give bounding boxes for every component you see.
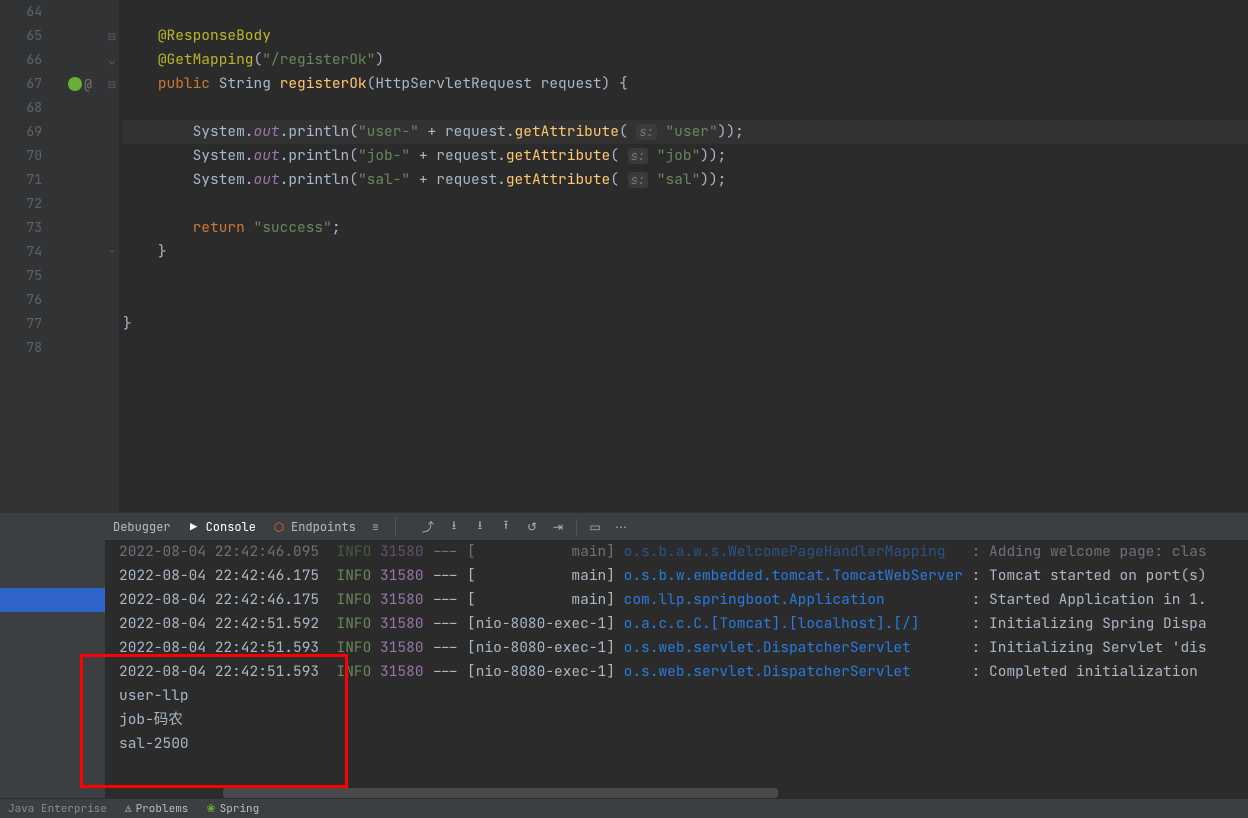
step-over-icon[interactable]: ⤴	[420, 519, 436, 535]
tab-list-icon[interactable]: ≡	[372, 519, 379, 535]
spring-leaf-icon: ❀	[206, 802, 215, 816]
line-number: 70	[0, 144, 42, 168]
step-into-icon[interactable]: ⭳	[446, 519, 462, 535]
spring-bean-icon[interactable]	[68, 77, 82, 91]
warning-icon: ⚠	[125, 802, 132, 816]
debug-side-strip	[0, 540, 105, 798]
line-number: 71	[0, 168, 42, 192]
line-number: 67	[0, 72, 42, 96]
line-number: 73	[0, 216, 42, 240]
fold-marker-icon[interactable]: ⌃	[105, 240, 119, 264]
code-editor[interactable]: 64 65 66 67 68 69 70 71 72 73 74 75 76 7…	[0, 0, 1248, 512]
horizontal-scrollbar[interactable]	[223, 788, 778, 798]
endpoints-icon: ⬡	[272, 520, 286, 534]
tab-debugger[interactable]: Debugger	[113, 519, 171, 535]
code-content[interactable]: @ResponseBody @GetMapping("/registerOk")…	[119, 0, 1248, 512]
step-out-icon[interactable]: ⭱	[498, 519, 514, 535]
console-icon: ▶	[187, 520, 201, 534]
stdout-line: user-llp	[119, 684, 1248, 708]
line-number-gutter: 64 65 66 67 68 69 70 71 72 73 74 75 76 7…	[0, 0, 55, 512]
fold-marker-icon[interactable]: ⊟	[105, 72, 119, 96]
fold-column: ⊟ ⌄ ⊟ ⌃	[105, 0, 119, 512]
line-number: 78	[0, 336, 42, 360]
status-bar: Java Enterprise ⚠Problems ❀Spring	[0, 798, 1248, 818]
at-icon: @	[84, 76, 92, 93]
status-problems[interactable]: ⚠Problems	[125, 802, 188, 816]
force-step-into-icon[interactable]: ⭳	[472, 519, 488, 535]
line-number: 65	[0, 24, 42, 48]
annotation-responsebody: @ResponseBody	[158, 26, 271, 45]
line-number: 69	[0, 120, 42, 144]
line-number: 74	[0, 240, 42, 264]
tab-endpoints[interactable]: ⬡Endpoints	[272, 519, 356, 535]
debug-panel-toolbar: Debugger ▶Console ⬡Endpoints ≡ ⤴ ⭳ ⭳ ⭱ ↺…	[105, 512, 1248, 540]
selected-frame-indicator[interactable]	[0, 588, 105, 612]
evaluate-icon[interactable]: ▭	[587, 519, 603, 535]
console-toolbar: ⤴ ⭳ ⭳ ⭱ ↺ ⇥ ▭ ⋯	[420, 519, 629, 535]
stdout-line: sal-2500	[119, 732, 1248, 756]
console-output[interactable]: 2022-08-04 22:42:46.095 INFO 31580 --- […	[105, 540, 1248, 798]
annotation-getmapping: @GetMapping	[158, 50, 254, 69]
tab-console[interactable]: ▶Console	[187, 519, 256, 535]
line-number: 76	[0, 288, 42, 312]
line-number: 66	[0, 48, 42, 72]
run-to-cursor-icon[interactable]: ⇥	[550, 519, 566, 535]
status-spring[interactable]: ❀Spring	[206, 802, 259, 816]
drop-frame-icon[interactable]: ↺	[524, 519, 540, 535]
fold-marker-icon[interactable]: ⊟	[105, 24, 119, 48]
gutter-icon-strip: @	[55, 0, 105, 512]
trace-icon[interactable]: ⋯	[613, 519, 629, 535]
line-number: 72	[0, 192, 42, 216]
line-number: 68	[0, 96, 42, 120]
line-number: 75	[0, 264, 42, 288]
line-number: 64	[0, 0, 42, 24]
fold-marker-icon[interactable]: ⌄	[105, 48, 119, 72]
stdout-line: job-码农	[119, 708, 1248, 732]
status-java-ee[interactable]: Java Enterprise	[8, 802, 107, 816]
line-number: 77	[0, 312, 42, 336]
method-name: registerOk	[280, 74, 367, 93]
